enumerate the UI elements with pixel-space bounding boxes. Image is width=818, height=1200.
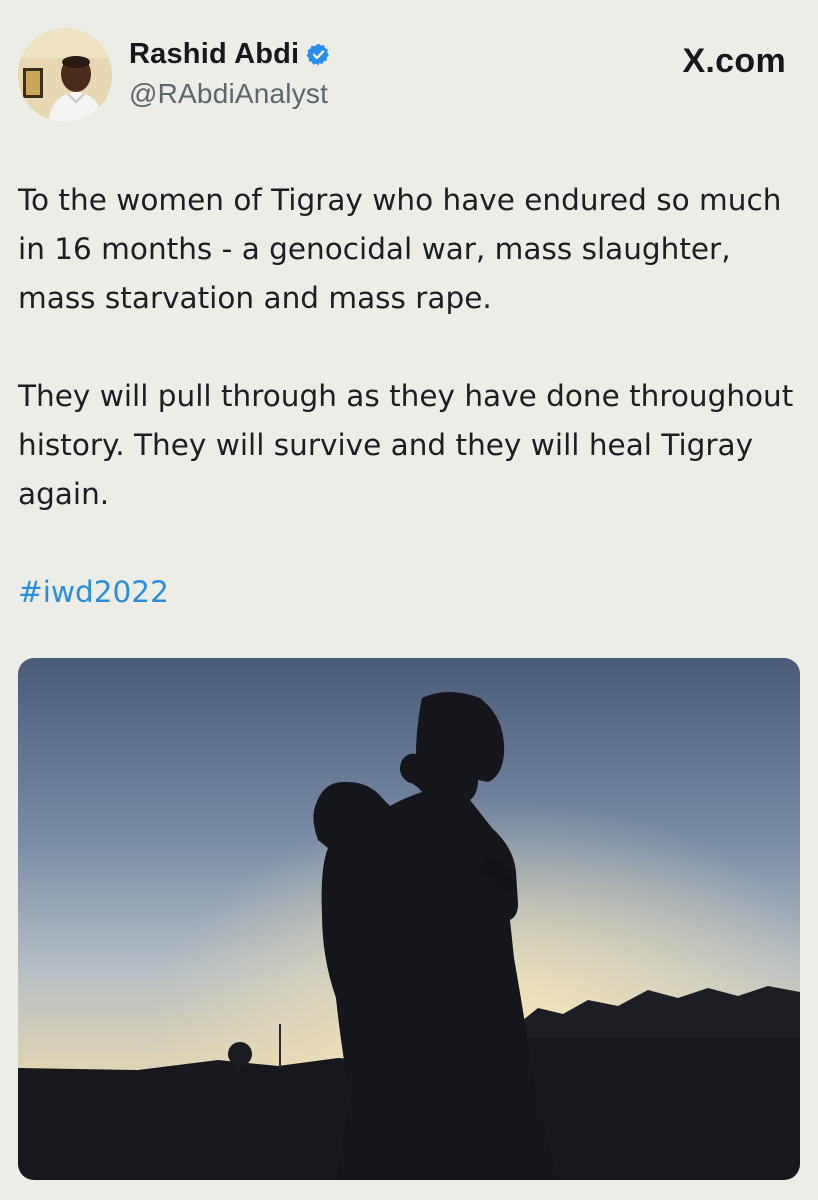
tweet-header: Rashid Abdi @RAbdiAnalyst X.com (18, 28, 800, 124)
tweet-paragraph-2: They will pull through as they have done… (18, 379, 794, 511)
tweet-text: To the women of Tigray who have endured … (18, 176, 798, 617)
site-label: X.com (682, 42, 786, 80)
tweet-paragraph-1: To the women of Tigray who have endured … (18, 183, 782, 315)
tweet-photo[interactable] (18, 658, 800, 1180)
author-display-name[interactable]: Rashid Abdi (129, 38, 299, 71)
author-handle[interactable]: @RAbdiAnalyst (129, 78, 328, 110)
author-avatar[interactable] (18, 28, 112, 122)
verified-badge-icon (306, 42, 331, 67)
hashtag-link[interactable]: #iwd2022 (18, 575, 169, 609)
